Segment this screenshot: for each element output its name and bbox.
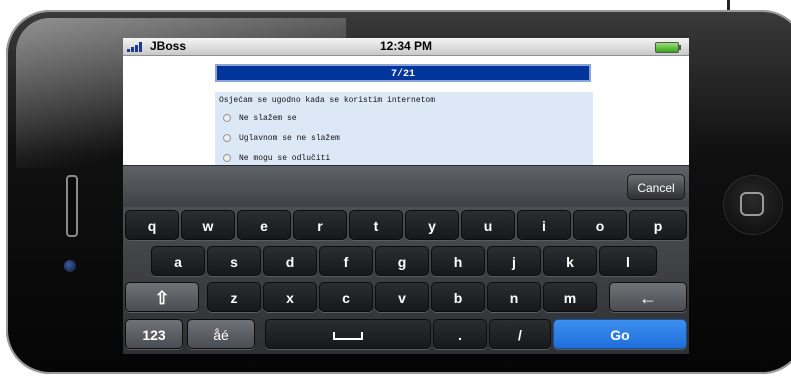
key-u[interactable]: u [461, 210, 515, 240]
key-j[interactable]: j [487, 246, 541, 276]
option-label: Ne mogu se odlučiti [239, 154, 331, 164]
key-b[interactable]: b [431, 282, 485, 312]
key-f[interactable]: f [319, 246, 373, 276]
question-text: Osjećam se ugodno kada se koristim inter… [219, 96, 436, 105]
option-3[interactable]: Ne mogu se odlučiti [223, 154, 330, 163]
period-key[interactable]: . [433, 319, 487, 349]
key-s[interactable]: s [207, 246, 261, 276]
space-key[interactable] [265, 319, 431, 349]
key-m[interactable]: m [543, 282, 597, 312]
phone-screen: JBoss 12:34 PM 7/21 Osjećam se ugodno ka… [123, 38, 689, 354]
status-time: 12:34 PM [379, 39, 433, 53]
key-g[interactable]: g [375, 246, 429, 276]
option-label: Uglavnom se ne slažem [239, 134, 340, 144]
key-z[interactable]: z [207, 282, 261, 312]
home-button[interactable] [724, 176, 782, 234]
key-q[interactable]: q [125, 210, 179, 240]
key-l[interactable]: l [599, 246, 657, 276]
key-c[interactable]: c [319, 282, 373, 312]
slash-key[interactable]: / [489, 319, 551, 349]
key-r[interactable]: r [293, 210, 347, 240]
camera-icon [64, 260, 76, 272]
speaker-slot [66, 175, 78, 237]
key-d[interactable]: d [263, 246, 317, 276]
shift-key[interactable]: ⇧ [125, 282, 199, 312]
radio-icon[interactable] [223, 134, 231, 142]
battery-icon [655, 42, 681, 53]
key-w[interactable]: w [181, 210, 235, 240]
key-o[interactable]: o [573, 210, 627, 240]
key-a[interactable]: a [151, 246, 205, 276]
keyboard-accessory-bar: Cancel [123, 165, 689, 208]
key-p[interactable]: p [629, 210, 687, 240]
option-1[interactable]: Ne slažem se [223, 114, 297, 123]
cancel-button[interactable]: Cancel [627, 174, 685, 200]
backspace-key[interactable]: ← [609, 282, 687, 312]
numbers-key[interactable]: 123 [125, 319, 183, 349]
home-square-icon [740, 192, 764, 216]
key-y[interactable]: y [405, 210, 459, 240]
status-bar: JBoss 12:34 PM [123, 38, 689, 56]
keyboard: q w e r t y u i o p a s d f g h j k l ⇧ … [123, 207, 689, 354]
question-counter: 7/21 [215, 64, 591, 82]
space-icon [333, 332, 363, 341]
international-key[interactable]: åé [187, 319, 255, 349]
key-i[interactable]: i [517, 210, 571, 240]
go-button[interactable]: Go [553, 319, 687, 349]
key-v[interactable]: v [375, 282, 429, 312]
option-2[interactable]: Uglavnom se ne slažem [223, 134, 340, 143]
key-e[interactable]: e [237, 210, 291, 240]
key-x[interactable]: x [263, 282, 317, 312]
radio-icon[interactable] [223, 154, 231, 162]
key-t[interactable]: t [349, 210, 403, 240]
key-k[interactable]: k [543, 246, 597, 276]
key-h[interactable]: h [431, 246, 485, 276]
option-label: Ne slažem se [239, 114, 297, 124]
web-content[interactable]: 7/21 Osjećam se ugodno kada se koristim … [123, 56, 689, 183]
radio-icon[interactable] [223, 114, 231, 122]
key-n[interactable]: n [487, 282, 541, 312]
